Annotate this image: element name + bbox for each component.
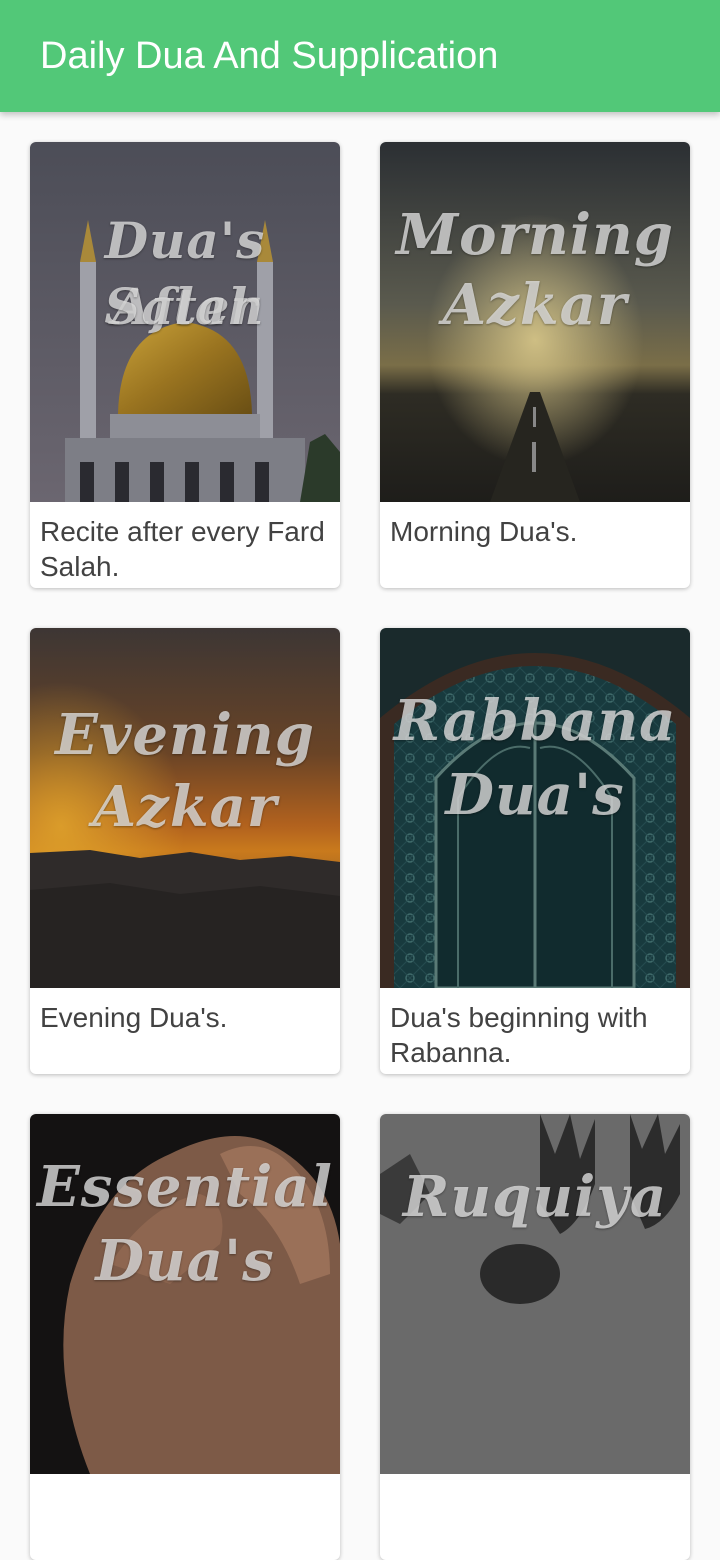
card-description: Dua's beginning with Rabanna. <box>390 1002 648 1068</box>
app-title: Daily Dua And Supplication <box>40 35 499 77</box>
card-duas-after-salah[interactable]: Dua's After Salah Recite after every Far… <box>30 142 340 588</box>
card-image-title: Dua's <box>95 1228 275 1294</box>
card-description: Morning Dua's. <box>390 516 578 547</box>
app-bar: Daily Dua And Supplication <box>0 0 720 112</box>
card-image-hands: Essential Dua's <box>30 1114 340 1474</box>
card-image-title: Ruquiya <box>402 1164 668 1230</box>
card-image-title: Azkar <box>92 774 278 840</box>
card-image-title: Evening <box>55 702 315 768</box>
card-ruquiya[interactable]: Ruquiya <box>380 1114 690 1560</box>
card-image-shadow-hands: Ruquiya <box>380 1114 690 1474</box>
card-image-title: Dua's <box>445 762 625 828</box>
card-image-arch: Rabbana Dua's <box>380 628 690 988</box>
card-description: Evening Dua's. <box>40 1002 228 1033</box>
card-rabbana-duas[interactable]: Rabbana Dua's Dua's beginning with Raban… <box>380 628 690 1074</box>
card-morning-azkar[interactable]: Morning Azkar Morning Dua's. <box>380 142 690 588</box>
card-image-title: Morning <box>396 202 674 268</box>
card-image-title: Rabbana <box>393 688 677 754</box>
card-image-title: Essential <box>37 1154 333 1220</box>
card-image-mosque: Dua's After Salah <box>30 142 340 502</box>
card-image-title: Salah <box>104 277 266 336</box>
card-evening-azkar[interactable]: Evening Azkar Evening Dua's. <box>30 628 340 1074</box>
card-image-title: Azkar <box>442 272 628 338</box>
card-image-sunrise: Morning Azkar <box>380 142 690 502</box>
card-description: Recite after every Fard Salah. <box>40 516 325 582</box>
card-image-sunset: Evening Azkar <box>30 628 340 988</box>
card-essential-duas[interactable]: Essential Dua's <box>30 1114 340 1560</box>
